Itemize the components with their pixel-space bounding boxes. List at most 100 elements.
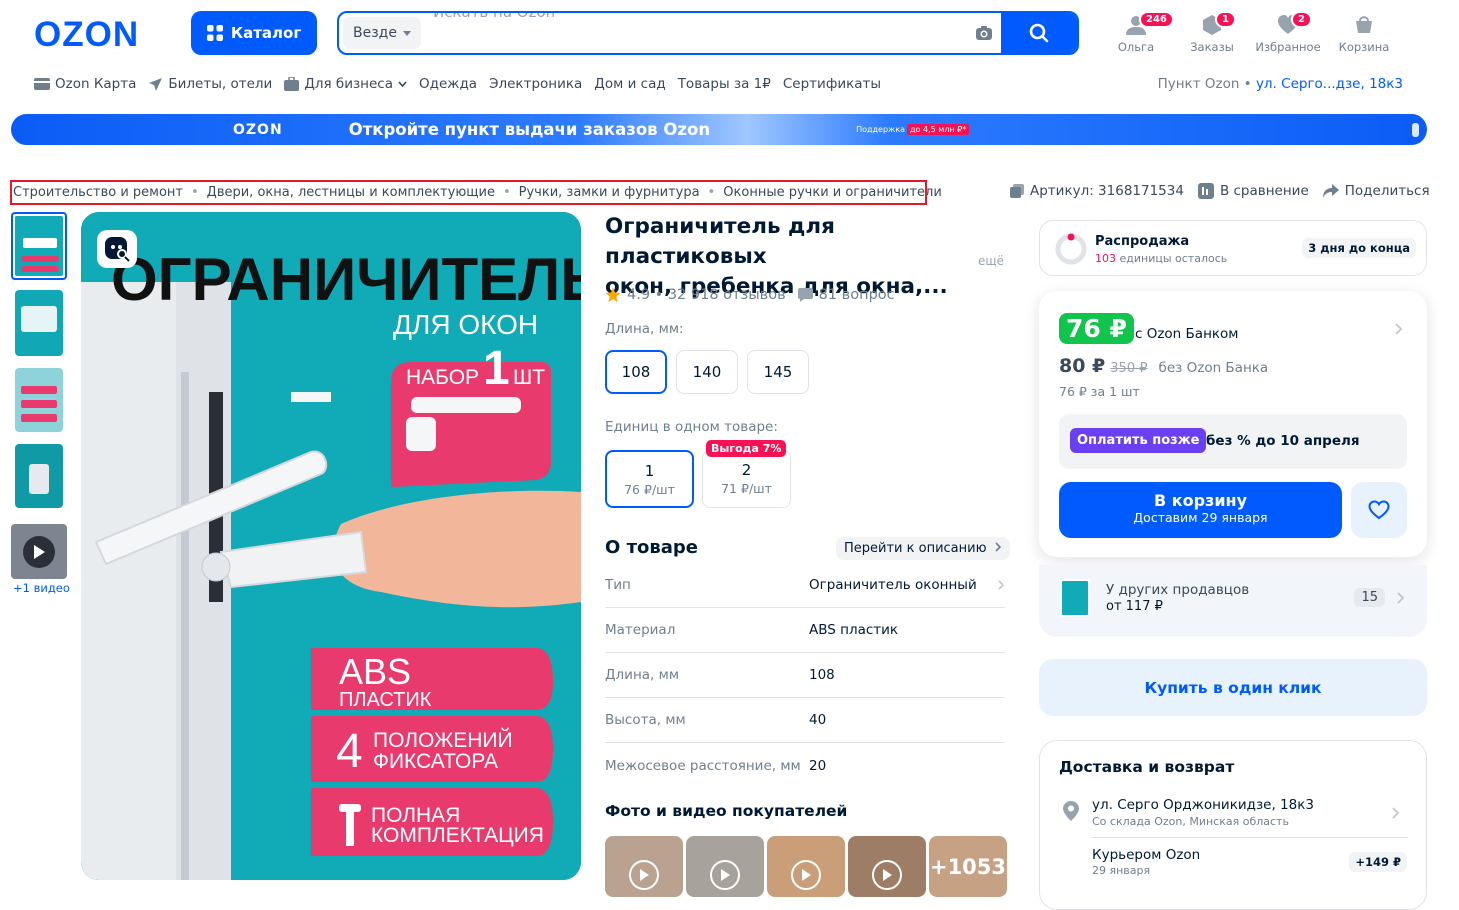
property-key: Длина, мм <box>605 667 679 683</box>
nav-label: Для бизнеса <box>304 76 394 92</box>
other-sellers-title: У других продавцов <box>1106 582 1250 598</box>
thumbnail-video[interactable] <box>11 524 67 579</box>
add-to-cart-button[interactable]: В корзину Доставим 29 января <box>1059 482 1342 538</box>
price-per-unit: 76 ₽ за 1 шт <box>1059 384 1140 399</box>
image-f2-n: 4 <box>336 725 363 778</box>
price-card: 76 ₽ <box>1059 313 1134 344</box>
image-f2-a: ПОЛОЖЕНИЙ <box>373 728 513 752</box>
sale-count-suffix: единицы осталось <box>1119 252 1228 265</box>
pay-later-block[interactable]: Оплатить позже без % до 10 апреля <box>1059 414 1407 469</box>
length-option-108[interactable]: 108 <box>605 350 667 394</box>
play-icon <box>872 860 902 890</box>
breadcrumb-separator: • <box>502 185 511 200</box>
thumbnail-3[interactable] <box>15 368 63 432</box>
property-row[interactable]: Тип Ограничитель оконный <box>605 563 1005 608</box>
cart-icon <box>1356 16 1372 33</box>
breadcrumb: Строительство и ремонт • Двери, окна, лес… <box>10 180 942 205</box>
other-sellers-count: 15 <box>1354 588 1385 607</box>
delivery-address-row[interactable]: ул. Серго Орджоникидзе, 18к3 Со склада O… <box>1040 793 1428 839</box>
search-input[interactable]: Искать на Ozon <box>425 13 967 53</box>
other-sellers-thumbnail <box>1060 579 1090 617</box>
product-meta: Артикул: 3168171534 В сравнение Поделить… <box>1010 183 1430 199</box>
property-row: Высота, мм 40 <box>605 698 1005 743</box>
breadcrumb-item[interactable]: Строительство и ремонт <box>13 185 183 200</box>
search-scope-select[interactable]: Везде <box>343 17 421 49</box>
plane-icon <box>149 77 163 91</box>
breadcrumb-item[interactable]: Ручки, замки и фурнитура <box>519 185 700 200</box>
customer-photo[interactable] <box>686 836 764 897</box>
search-button[interactable] <box>1001 13 1077 53</box>
product-main-image[interactable]: ОГРАНИЧИТЕЛЬ ДЛЯ ОКОН НАБОР 1 ШТ ABS ПЛА… <box>81 212 581 880</box>
breadcrumb-item[interactable]: Оконные ручки и ограничители <box>723 185 941 200</box>
units-price: 76 ₽/шт <box>624 482 675 497</box>
header-profile[interactable]: 246 Ольга <box>1101 11 1174 54</box>
nav-clothes[interactable]: Одежда <box>419 76 477 92</box>
nav-label: Билеты, отели <box>168 76 273 92</box>
camera-icon[interactable] <box>967 25 1001 41</box>
delivery-address-note: Со склада Ozon, Минская область <box>1092 815 1289 828</box>
customer-photo[interactable] <box>605 836 683 897</box>
delivery-address: ул. Серго Орджоникидзе, 18к3 <box>1092 797 1314 813</box>
pickup-point[interactable]: Пункт Ozon • ул. Серго...дзе, 18к3 <box>1158 76 1403 92</box>
property-key: Тип <box>605 577 631 593</box>
rating-row[interactable]: 4.9 • 32 918 отзывов 81 вопрос <box>605 287 895 303</box>
product-title-line1: Ограничитель для пластиковых <box>605 214 835 269</box>
profile-label: Ольга <box>1117 40 1155 54</box>
header-orders[interactable]: 1 Заказы <box>1177 11 1247 54</box>
sale-progress-icon <box>1055 233 1087 265</box>
buy-one-click-button[interactable]: Купить в один клик <box>1039 659 1427 716</box>
customer-photo[interactable] <box>767 836 845 897</box>
price-regular-label: без Ozon Банка <box>1158 360 1269 376</box>
favorite-button[interactable] <box>1351 482 1407 538</box>
breadcrumb-item[interactable]: Двери, окна, лестницы и комплектующие <box>207 185 495 200</box>
nav-tickets[interactable]: Билеты, отели <box>148 76 272 92</box>
nav-label: Дом и сад <box>594 76 666 92</box>
rating-text: 4.9 • 32 918 отзывов <box>627 287 786 303</box>
orders-label: Заказы <box>1190 40 1234 54</box>
chevron-right-icon <box>995 542 1001 552</box>
sale-block[interactable]: Распродажа 103 единицы осталось 3 дня до… <box>1039 220 1427 276</box>
briefcase-icon <box>284 77 300 91</box>
thumbnail-2[interactable] <box>15 290 63 356</box>
customer-photos-more[interactable]: +1053 <box>929 836 1007 897</box>
title-more-link[interactable]: ещё <box>978 254 1004 268</box>
orders-badge: 1 <box>1215 11 1236 28</box>
share-button[interactable]: Поделиться <box>1322 183 1430 199</box>
copy-icon <box>1010 184 1024 198</box>
units-option-2[interactable]: 2 71 ₽/шт <box>702 450 791 508</box>
ozon-logo[interactable]: OZON <box>34 14 166 54</box>
chevron-right-icon <box>998 580 1005 590</box>
length-option-145[interactable]: 145 <box>747 350 809 394</box>
thumbnail-1[interactable] <box>11 212 67 280</box>
nav-business[interactable]: Для бизнеса <box>284 76 407 92</box>
discount-badge: Выгода 7% <box>706 440 787 457</box>
thumbnail-4[interactable] <box>15 444 63 508</box>
article-number[interactable]: Артикул: 3168171534 <box>1010 183 1184 199</box>
customer-photo[interactable] <box>848 836 926 897</box>
price-card-label: с Ozon Банком <box>1135 326 1239 342</box>
units-option-1[interactable]: 1 76 ₽/шт <box>605 450 694 508</box>
other-sellers[interactable]: У других продавцов от 117 ₽ 15 <box>1039 565 1427 637</box>
nav-electronics[interactable]: Электроника <box>489 76 582 92</box>
nav-certificates[interactable]: Сертификаты <box>783 76 881 92</box>
compare-button[interactable]: В сравнение <box>1197 183 1309 199</box>
video-count-label[interactable]: +1 видео <box>13 581 70 595</box>
courier-label: Курьером Ozon <box>1092 847 1201 863</box>
nav-one-ruble[interactable]: Товары за 1₽ <box>678 76 771 92</box>
nav-home-garden[interactable]: Дом и сад <box>594 76 665 92</box>
image-set-b: ШТ <box>513 366 545 389</box>
nav-label: Электроника <box>489 76 583 92</box>
promo-banner[interactable]: OZON Откройте пункт выдачи заказов Ozon … <box>11 114 1427 145</box>
header-favorites[interactable]: 2 Избранное <box>1253 11 1323 54</box>
article-label: Артикул: 3168171534 <box>1030 183 1184 199</box>
visual-search-button[interactable] <box>97 230 137 268</box>
play-icon <box>629 860 659 890</box>
catalog-button[interactable]: Каталог <box>191 11 317 55</box>
nav-ozon-card[interactable]: Ozon Карта <box>34 76 136 92</box>
length-option-140[interactable]: 140 <box>676 350 738 394</box>
nav-label: Одежда <box>419 76 478 92</box>
goto-description-button[interactable]: Перейти к описанию <box>836 537 1010 560</box>
header-cart[interactable]: Корзина <box>1329 14 1399 54</box>
units-label: Единиц в одном товаре: <box>605 419 778 435</box>
chevron-right-icon[interactable] <box>1395 323 1403 335</box>
